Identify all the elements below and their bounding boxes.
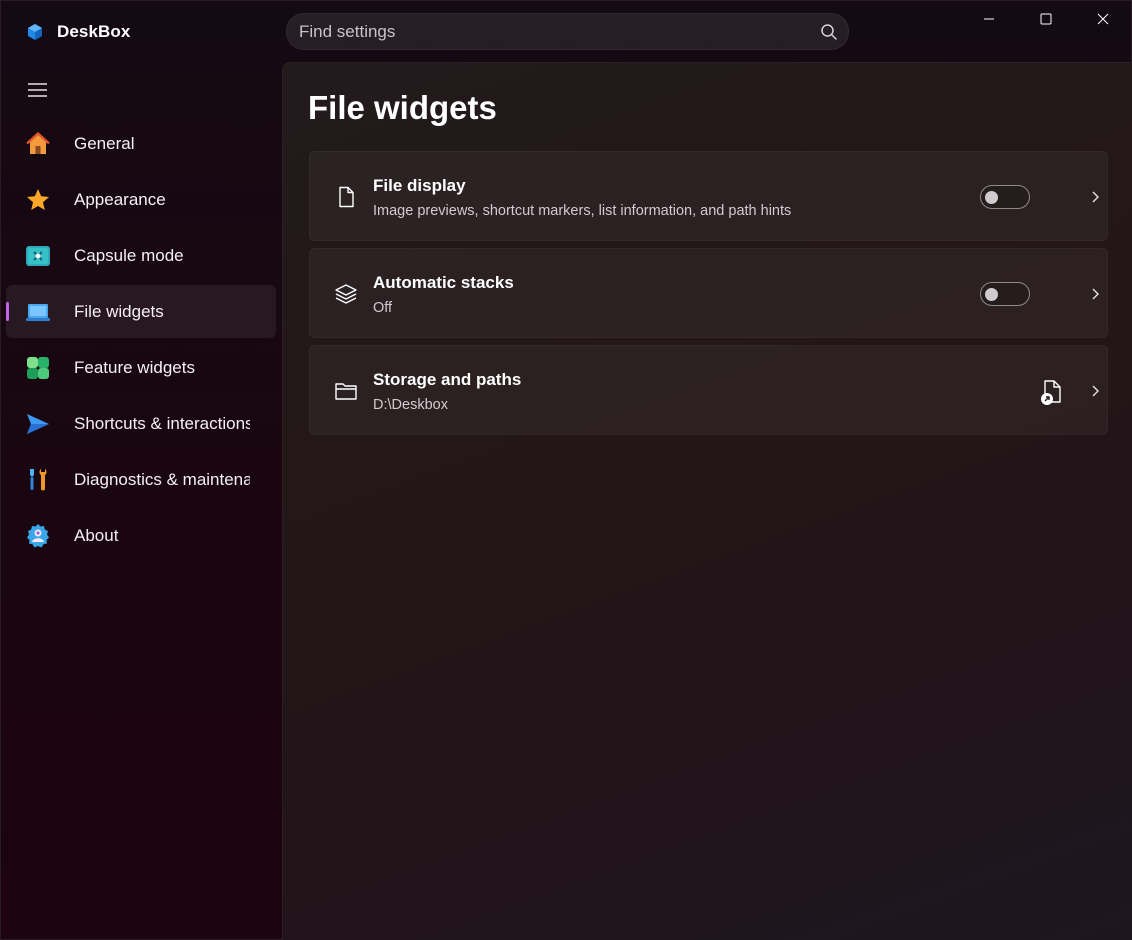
sidebar-item-label: General <box>74 134 135 153</box>
maximize-button[interactable] <box>1017 1 1074 37</box>
folder-icon <box>335 383 357 400</box>
toggle-knob <box>985 191 998 204</box>
search-box[interactable] <box>286 13 849 50</box>
chevron-right-icon <box>1092 191 1099 203</box>
sidebar-item-label: Appearance <box>74 190 166 209</box>
sidebar-nav: General Appearance Capsule mode File wid… <box>6 117 276 565</box>
sidebar-item-general[interactable]: General <box>6 117 276 170</box>
setting-card-storage-and-paths[interactable]: Storage and paths D:\Deskbox <box>309 345 1108 435</box>
card-title: Storage and paths <box>373 370 522 389</box>
close-button[interactable] <box>1074 1 1131 37</box>
setting-card-file-display[interactable]: File display Image previews, shortcut ma… <box>309 151 1108 241</box>
home-icon <box>26 132 50 154</box>
card-title: Automatic stacks <box>373 273 514 292</box>
sidebar-item-about[interactable]: About <box>6 509 276 562</box>
page-title: File widgets <box>308 89 497 126</box>
sidebar-item-label: Feature widgets <box>74 358 195 377</box>
chevron-right-icon <box>1092 288 1099 300</box>
minimize-button[interactable] <box>960 1 1017 37</box>
star-icon <box>27 189 49 210</box>
app-name: DeskBox <box>57 22 131 41</box>
search-icon[interactable] <box>820 23 838 41</box>
window-controls <box>960 1 1131 37</box>
automatic-stacks-toggle[interactable] <box>980 282 1030 306</box>
sidebar-item-label: Capsule mode <box>74 246 184 265</box>
sidebar-item-label: Diagnostics & maintenance <box>74 470 250 489</box>
sidebar-item-appearance[interactable]: Appearance <box>6 173 276 226</box>
capsule-icon <box>26 246 50 266</box>
content-pane: File widgets File display Image previews… <box>282 62 1132 940</box>
search-input[interactable] <box>287 14 848 49</box>
sidebar-item-shortcuts[interactable]: Shortcuts & interactions <box>6 397 276 450</box>
file-icon <box>339 186 354 208</box>
sidebar-item-label: File widgets <box>74 302 164 321</box>
setting-card-automatic-stacks[interactable]: Automatic stacks Off <box>309 248 1108 338</box>
minimize-icon <box>983 18 994 20</box>
chevron-right-icon <box>1092 385 1099 397</box>
menu-icon[interactable] <box>27 81 49 99</box>
app-window: DeskBox General <box>0 0 1132 940</box>
sidebar-item-label: About <box>74 526 119 545</box>
laptop-icon <box>26 304 50 321</box>
deskbox-logo-icon <box>28 24 42 40</box>
card-subtitle: Image previews, shortcut markers, list i… <box>373 203 792 219</box>
app-title: DeskBox <box>25 21 130 43</box>
sidebar-item-feature-widgets[interactable]: Feature widgets <box>6 341 276 394</box>
card-subtitle: Off <box>373 300 393 316</box>
active-indicator <box>6 302 9 321</box>
sidebar-item-diagnostics[interactable]: Diagnostics & maintenance <box>6 453 276 506</box>
layers-icon <box>335 284 357 304</box>
card-title: File display <box>373 176 466 195</box>
toggle-knob <box>985 288 998 301</box>
maximize-icon <box>1040 13 1051 25</box>
tools-icon <box>30 469 47 491</box>
close-icon <box>1097 13 1108 25</box>
widgets-icon <box>27 357 49 379</box>
send-icon <box>27 414 49 434</box>
card-subtitle: D:\Deskbox <box>373 397 448 413</box>
about-icon <box>27 524 49 548</box>
sidebar-item-capsule-mode[interactable]: Capsule mode <box>6 229 276 282</box>
sidebar-item-file-widgets[interactable]: File widgets <box>6 285 276 338</box>
file-display-toggle[interactable] <box>980 185 1030 209</box>
open-location-icon[interactable] <box>1039 378 1065 406</box>
sidebar-item-label: Shortcuts & interactions <box>74 414 250 433</box>
